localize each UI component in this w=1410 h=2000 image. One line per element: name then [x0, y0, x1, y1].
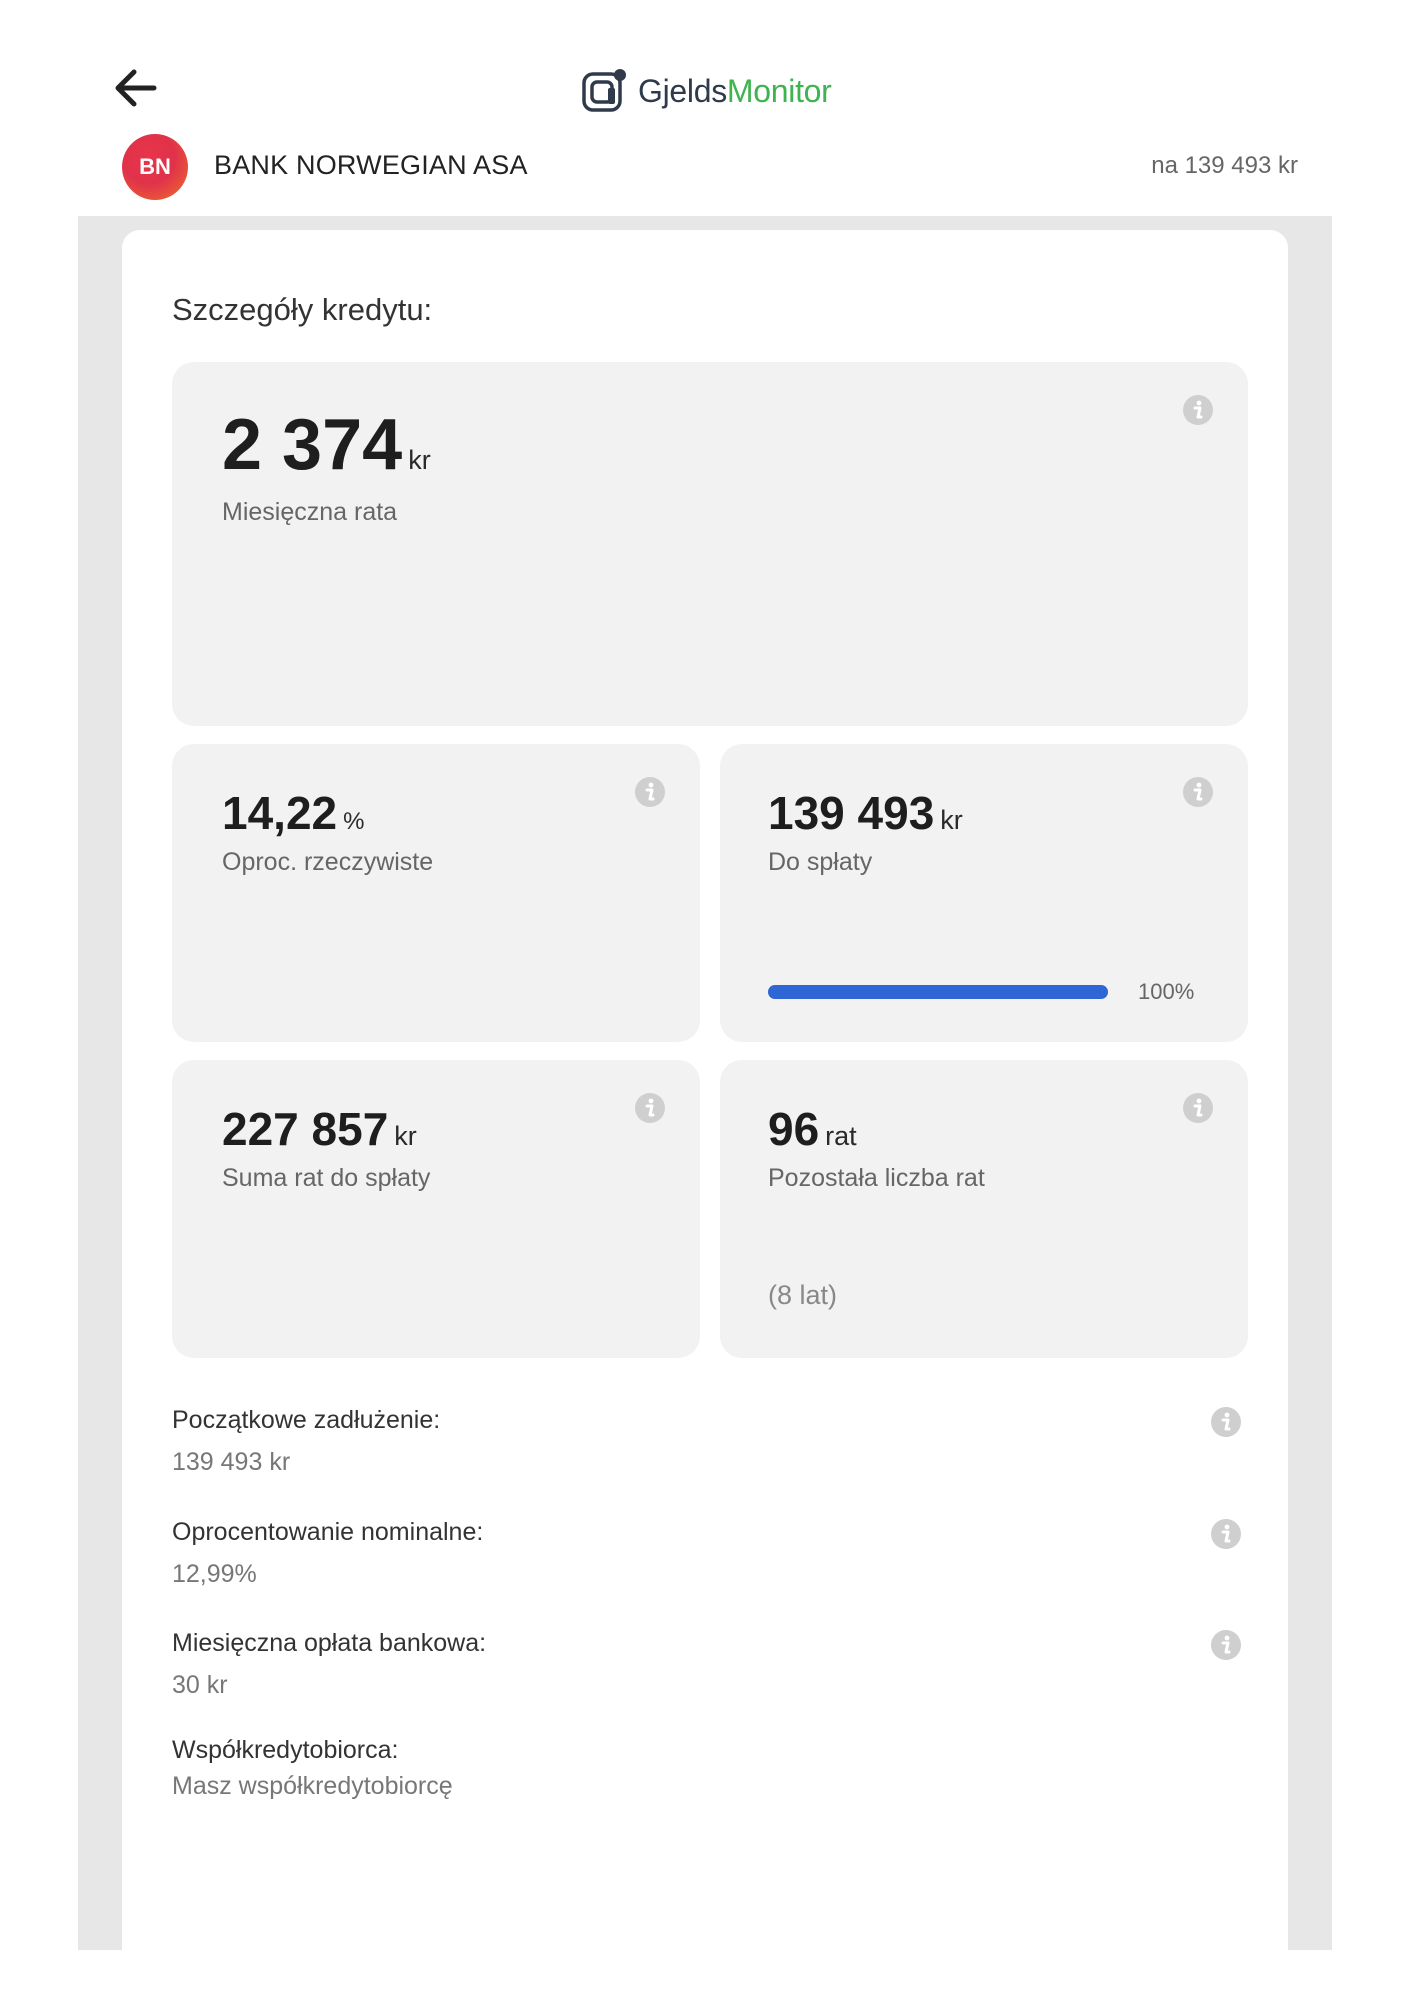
content-frame: Szczegóły kredytu: 2 374 kr Miesięczna r…	[78, 216, 1332, 1950]
gjeldsmonitor-logo-icon	[582, 69, 626, 112]
info-icon[interactable]	[634, 776, 666, 808]
remaining-installments-number: 96	[768, 1103, 820, 1155]
repayment-progress-bar	[768, 985, 1108, 999]
bank-amount: na 139 493 kr	[1151, 152, 1298, 179]
effective-rate-tile: 14,22 % Oproc. rzeczywiste	[172, 744, 700, 1042]
info-icon[interactable]	[1210, 1406, 1242, 1438]
total-installments-tile: 227 857 kr Suma rat do spłaty	[172, 1060, 700, 1358]
bank-name: BANK NORWEGIAN ASA	[214, 150, 528, 180]
total-installments-unit: kr	[394, 1121, 417, 1151]
logo-text-part2: Monitor	[726, 72, 832, 109]
remaining-balance-unit: kr	[940, 805, 963, 835]
remaining-balance-number: 139 493	[768, 787, 935, 839]
app-logo: GjeldsMonitor	[580, 66, 832, 116]
total-installments-value: 227 857 kr	[222, 1102, 417, 1156]
info-icon[interactable]	[1210, 1518, 1242, 1550]
monthly-installment-tile: 2 374 kr Miesięczna rata	[172, 362, 1248, 726]
screen: GjeldsMonitor BN BANK NORWEGIAN ASA na 1…	[0, 0, 1410, 2000]
monthly-bank-fee-value: 30 kr	[172, 1671, 228, 1699]
nominal-rate-value: 12,99%	[172, 1560, 257, 1588]
repayment-progress-label: 100%	[1138, 979, 1195, 1004]
monthly-bank-fee-label: Miesięczna opłata bankowa:	[172, 1629, 487, 1657]
info-icon[interactable]	[1182, 1092, 1214, 1124]
logo-text: GjeldsMonitor	[638, 73, 832, 110]
loan-details-panel: Szczegóły kredytu: 2 374 kr Miesięczna r…	[122, 230, 1288, 1950]
monthly-installment-value: 2 374 kr	[222, 404, 431, 486]
initial-debt-label: Początkowe zadłużenie:	[172, 1406, 441, 1434]
remaining-balance-value: 139 493 kr	[768, 786, 963, 840]
info-icon[interactable]	[1210, 1629, 1242, 1661]
remaining-installments-value: 96 rat	[768, 1102, 857, 1156]
back-button[interactable]	[108, 60, 164, 116]
remaining-balance-tile: 139 493 kr Do spłaty 100%	[720, 744, 1248, 1042]
remaining-balance-label: Do spłaty	[768, 848, 873, 876]
bank-avatar: BN	[122, 134, 188, 200]
remaining-installments-label: Pozostała liczba rat	[768, 1164, 985, 1192]
co-borrower-label: Współkredytobiorca:	[172, 1736, 399, 1764]
remaining-installments-tile: 96 rat Pozostała liczba rat (8 lat)	[720, 1060, 1248, 1358]
total-installments-number: 227 857	[222, 1103, 389, 1155]
co-borrower-value: Masz współkredytobiorcę	[172, 1772, 453, 1800]
info-icon[interactable]	[634, 1092, 666, 1124]
arrow-left-icon	[115, 69, 157, 107]
monthly-installment-label: Miesięczna rata	[222, 498, 398, 526]
nominal-rate-label: Oprocentowanie nominalne:	[172, 1518, 484, 1546]
remaining-years-note: (8 lat)	[768, 1280, 838, 1310]
remaining-installments-unit: rat	[825, 1121, 857, 1151]
top-bar: GjeldsMonitor	[0, 0, 1410, 130]
initial-debt-value: 139 493 kr	[172, 1448, 291, 1476]
monthly-installment-unit: kr	[408, 445, 431, 475]
monthly-installment-number: 2 374	[222, 405, 403, 485]
bank-header: BN BANK NORWEGIAN ASA na 139 493 kr	[0, 130, 1410, 214]
repayment-progress-fill	[768, 985, 1108, 999]
effective-rate-number: 14,22	[222, 787, 338, 839]
info-icon[interactable]	[1182, 394, 1214, 426]
effective-rate-unit: %	[343, 808, 365, 835]
effective-rate-value: 14,22 %	[222, 786, 364, 840]
info-icon[interactable]	[1182, 776, 1214, 808]
logo-text-part1: Gjelds	[638, 72, 727, 109]
total-installments-label: Suma rat do spłaty	[222, 1164, 431, 1192]
panel-title: Szczegóły kredytu:	[172, 292, 433, 327]
effective-rate-label: Oproc. rzeczywiste	[222, 848, 434, 876]
